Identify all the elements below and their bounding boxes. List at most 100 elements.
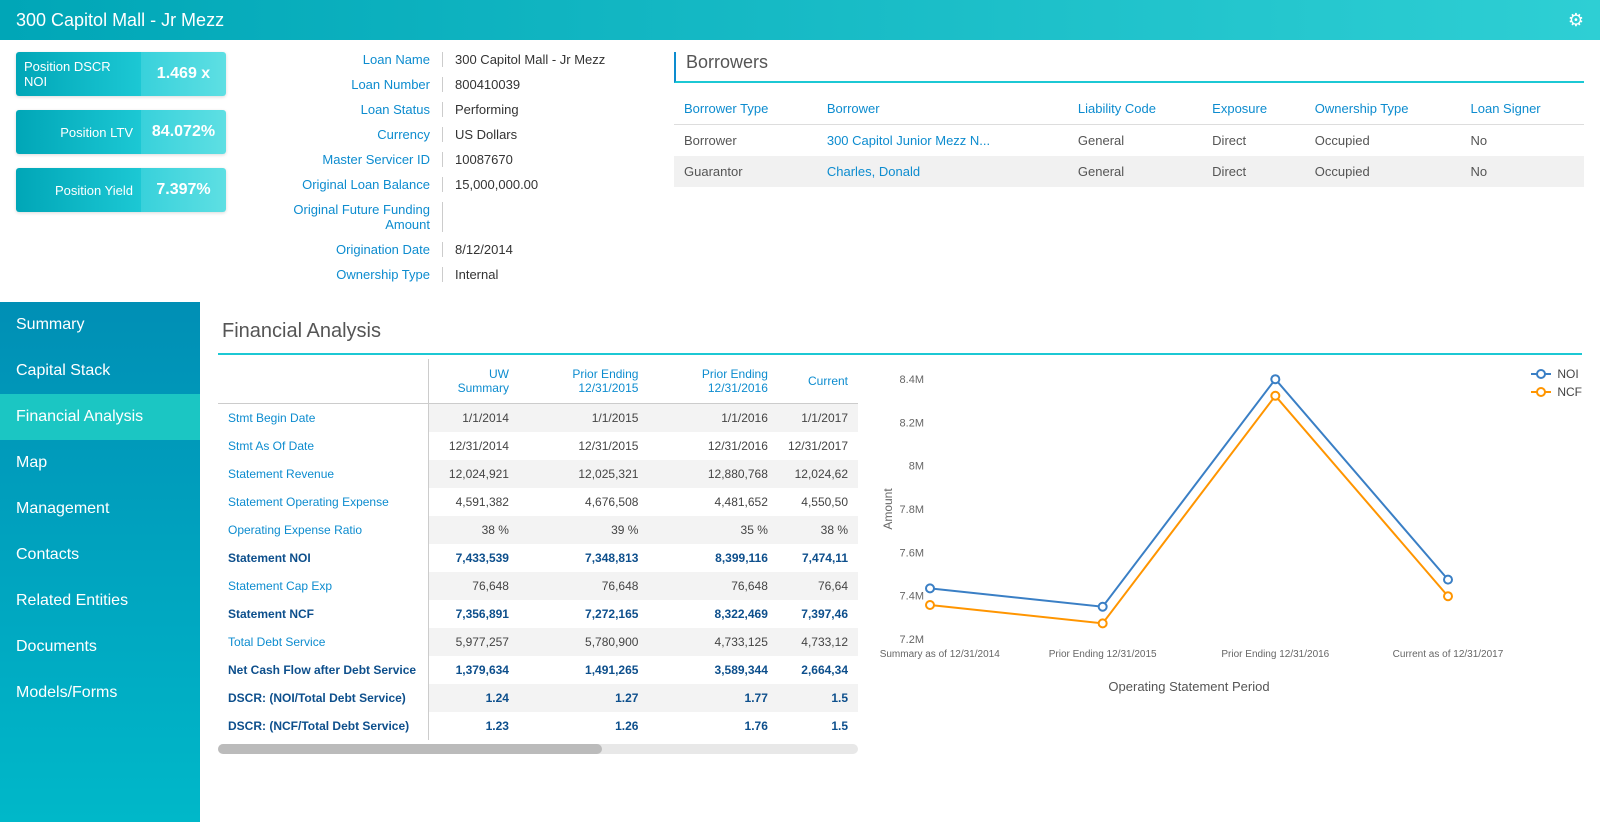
fa-col-header[interactable]: UW Summary (428, 359, 519, 404)
lower-section: SummaryCapital StackFinancial AnalysisMa… (0, 302, 1600, 822)
fa-cell: 4,733,12 (778, 628, 858, 656)
table-row[interactable]: Guarantor Charles, Donald General Direct… (674, 156, 1584, 187)
borrowers-col-header[interactable]: Liability Code (1068, 93, 1202, 125)
y-axis-label: Amount (881, 488, 895, 530)
borrowers-col-header[interactable]: Exposure (1202, 93, 1305, 125)
metric-value: 7.397% (141, 168, 226, 212)
sidebar-item-management[interactable]: Management (0, 486, 200, 532)
borrowers-col-header[interactable]: Loan Signer (1461, 93, 1584, 125)
metric-value: 1.469 x (141, 52, 226, 96)
fa-row-label: Statement NCF (218, 600, 428, 628)
data-point[interactable] (1444, 592, 1452, 600)
fa-cell: 8,322,469 (648, 600, 777, 628)
fa-cell: 1/1/2014 (428, 404, 519, 433)
fa-cell: 1,491,265 (519, 656, 648, 684)
fa-cell: 12,880,768 (648, 460, 777, 488)
data-point[interactable] (1099, 619, 1107, 627)
metric-card[interactable]: Position DSCR NOI 1.469 x (16, 52, 226, 96)
sidebar-item-capital-stack[interactable]: Capital Stack (0, 348, 200, 394)
fa-row-label: Stmt As Of Date (218, 432, 428, 460)
fa-cell: 7,397,46 (778, 600, 858, 628)
cell-exposure: Direct (1202, 125, 1305, 157)
sidebar-item-related-entities[interactable]: Related Entities (0, 578, 200, 624)
sidebar-item-models-forms[interactable]: Models/Forms (0, 670, 200, 716)
data-point[interactable] (1271, 375, 1279, 383)
fa-cell: 12,025,321 (519, 460, 648, 488)
legend-swatch-ncf (1531, 391, 1551, 393)
cell-exposure: Direct (1202, 156, 1305, 187)
chart-legend: NOI NCF (1531, 367, 1582, 403)
y-tick-label: 8.4M (900, 374, 924, 386)
fa-col-header[interactable]: Prior Ending 12/31/2015 (519, 359, 648, 404)
legend-item-ncf[interactable]: NCF (1531, 385, 1582, 399)
loan-info-key: Master Servicer ID (250, 152, 430, 167)
metric-label: Position Yield (16, 168, 141, 212)
borrowers-col-header[interactable]: Ownership Type (1305, 93, 1461, 125)
fa-cell: 7,348,813 (519, 544, 648, 572)
fa-row-label: Statement Cap Exp (218, 572, 428, 600)
fa-cell: 35 % (648, 516, 777, 544)
fa-cell: 5,977,257 (428, 628, 519, 656)
metric-card[interactable]: Position Yield 7.397% (16, 168, 226, 212)
fa-col-header[interactable]: Prior Ending 12/31/2016 (648, 359, 777, 404)
cell-ownership: Occupied (1305, 156, 1461, 187)
horizontal-scrollbar[interactable] (218, 744, 858, 754)
data-point[interactable] (926, 601, 934, 609)
data-point[interactable] (1099, 603, 1107, 611)
loan-info-key: Origination Date (250, 242, 430, 257)
metric-card[interactable]: Position LTV 84.072% (16, 110, 226, 154)
sidebar-item-documents[interactable]: Documents (0, 624, 200, 670)
financial-analysis-table: UW SummaryPrior Ending 12/31/2015Prior E… (218, 359, 858, 740)
sidebar-item-financial-analysis[interactable]: Financial Analysis (0, 394, 200, 440)
fa-cell: 4,733,125 (648, 628, 777, 656)
legend-label-noi: NOI (1557, 367, 1578, 381)
fa-row-label: Stmt Begin Date (218, 404, 428, 433)
fa-cell: 1/1/2015 (519, 404, 648, 433)
table-row: Statement NOI7,433,5397,348,8138,399,116… (218, 544, 858, 572)
metric-label: Position DSCR NOI (16, 52, 141, 96)
borrowers-col-header[interactable]: Borrower (817, 93, 1068, 125)
y-tick-label: 8.2M (900, 417, 924, 429)
sidebar-item-summary[interactable]: Summary (0, 302, 200, 348)
fa-cell: 1.27 (519, 684, 648, 712)
fa-row-label: Total Debt Service (218, 628, 428, 656)
loan-info-key: Ownership Type (250, 267, 430, 282)
fa-cell: 12/31/2016 (648, 432, 777, 460)
sidebar-item-map[interactable]: Map (0, 440, 200, 486)
fa-cell: 38 % (428, 516, 519, 544)
fa-col-header[interactable]: Current (778, 359, 858, 404)
fa-row-label: Statement NOI (218, 544, 428, 572)
fa-cell: 39 % (519, 516, 648, 544)
table-row[interactable]: Borrower 300 Capitol Junior Mezz N... Ge… (674, 125, 1584, 157)
loan-info-key: Loan Number (250, 77, 430, 92)
fa-cell: 3,589,344 (648, 656, 777, 684)
data-point[interactable] (926, 584, 934, 592)
fa-cell: 1.26 (519, 712, 648, 740)
table-row: Operating Expense Ratio38 %39 %35 %38 % (218, 516, 858, 544)
data-point[interactable] (1444, 576, 1452, 584)
x-tick-label: Prior Ending 12/31/2015 (1049, 649, 1157, 660)
fa-cell: 76,648 (519, 572, 648, 600)
data-point[interactable] (1271, 392, 1279, 400)
series-line (930, 396, 1448, 624)
loan-info-key: Original Future Funding Amount (250, 202, 430, 232)
legend-item-noi[interactable]: NOI (1531, 367, 1582, 381)
settings-icon[interactable]: ⚙ (1568, 10, 1584, 31)
fa-col-header[interactable] (218, 359, 428, 404)
legend-label-ncf: NCF (1557, 385, 1582, 399)
fa-cell: 1.5 (778, 684, 858, 712)
fa-cell: 12/31/2017 (778, 432, 858, 460)
loan-info-key: Currency (250, 127, 430, 142)
chart-area: 7.2M7.4M7.6M7.8M8M8.2M8.4MAmountUW Summa… (878, 359, 1582, 709)
loan-info-value: Performing (442, 102, 650, 117)
loan-info-value: Internal (442, 267, 650, 282)
fa-cell: 76,64 (778, 572, 858, 600)
fa-row-label: Statement Revenue (218, 460, 428, 488)
loan-info-value: 800410039 (442, 77, 650, 92)
cell-borrower-link[interactable]: 300 Capitol Junior Mezz N... (817, 125, 1068, 157)
y-tick-label: 7.6M (900, 547, 924, 559)
borrowers-col-header[interactable]: Borrower Type (674, 93, 817, 125)
cell-borrower-link[interactable]: Charles, Donald (817, 156, 1068, 187)
sidebar-item-contacts[interactable]: Contacts (0, 532, 200, 578)
table-row: Statement Revenue12,024,92112,025,32112,… (218, 460, 858, 488)
